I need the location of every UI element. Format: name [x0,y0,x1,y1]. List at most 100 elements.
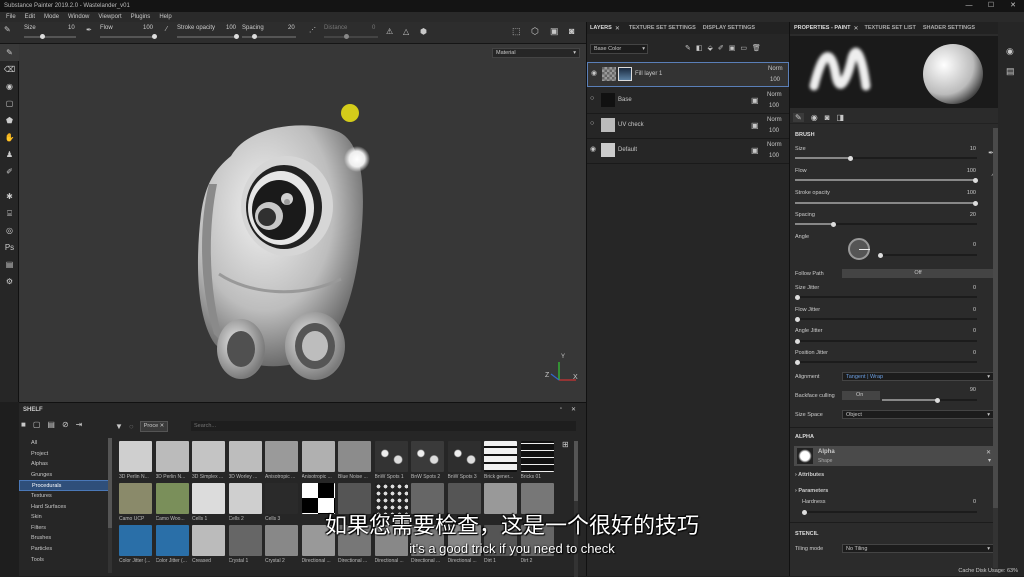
alignment-select[interactable]: Tangent | Wrap ▾ [842,372,994,381]
category-procedurals[interactable]: Procedurals [19,480,109,491]
remove-alpha-icon[interactable]: ✕ [986,449,991,456]
tb-spacing-value[interactable]: 20 [288,25,295,31]
screenshot-icon[interactable]: ◙ [569,26,574,36]
export-icon[interactable]: ⌸ [0,205,19,222]
shelf-resource-thumb[interactable]: Anisotropic ... [301,441,335,483]
properties-dock-icon[interactable]: ◉ [1006,46,1014,57]
add-fill-layer-icon[interactable]: ⬙ [708,44,713,52]
category-grunges[interactable]: Grunges [19,470,109,481]
layer-opacity[interactable]: 100 [769,153,779,159]
polygon-fill-icon[interactable]: ⬟ [0,112,19,129]
symmetry-icon[interactable]: ⚠ [386,27,393,36]
shelf-resource-thumb[interactable]: 3D Worley ... [228,441,262,483]
tab-shader-settings[interactable]: SHADER SETTINGS [923,25,975,31]
tab-texture-set-list[interactable]: TEXTURE SET LIST [864,25,915,31]
shelf-search-input[interactable] [191,421,576,431]
alpha-dropdown-icon[interactable]: ▾ [988,457,991,464]
angle-jitter-value[interactable]: 0 [973,328,976,334]
new-folder-icon[interactable]: ▢ [33,420,41,429]
tb-flow-slider[interactable] [100,36,154,38]
backface-culling-value[interactable]: 90 [970,387,976,393]
angle-value[interactable]: 0 [973,242,976,248]
camera-3d-icon[interactable]: ⬡ [531,26,539,37]
layer-opacity[interactable]: 100 [769,103,779,109]
tb-distance-slider[interactable] [324,36,378,38]
add-mask-icon[interactable]: ◧ [696,44,703,52]
close-tab-icon[interactable]: ✕ [853,25,858,32]
follow-path-toggle[interactable]: Off [842,269,994,278]
add-folder-icon[interactable]: ▭ [740,44,747,52]
library-icon[interactable]: ▤ [47,420,55,429]
maximize-button[interactable]: ☐ [980,0,1002,12]
mirror-icon[interactable]: △ [403,27,409,36]
tb-size-value[interactable]: 10 [68,25,75,31]
backface-culling-toggle[interactable]: On [842,391,880,400]
layer-blend[interactable]: Norm [767,92,782,98]
pen-pressure-icon[interactable]: ✒ [86,26,92,34]
tab-properties-paint[interactable]: PROPERTIES - PAINT [794,25,850,31]
parameters-toggle[interactable]: › Parameters [795,488,828,494]
shelf-resource-thumb[interactable]: Brick gener... [484,441,517,483]
brush-tool-icon[interactable]: ✎ [793,113,804,122]
layer-blend[interactable]: Norm [767,142,782,148]
shelf-resource-thumb[interactable]: BnW Spots 3 [447,441,481,483]
shelf-resource-thumb[interactable]: Blue Noise ... [338,441,371,483]
angle-slider[interactable] [878,252,977,258]
lazy-mouse-icon[interactable]: ⋰ [309,26,316,34]
size-space-select[interactable]: Object ▾ [842,410,994,419]
layer-blend[interactable]: Norm [767,117,782,123]
projection-tool-icon[interactable]: ◉ [0,78,19,95]
shelf-resource-thumb[interactable]: Bricks 01 [520,441,554,483]
tab-layers[interactable]: LAYERS [590,25,612,31]
layer-opacity[interactable]: 100 [770,77,780,83]
stencil-icon[interactable]: ◨ [837,113,845,122]
shelf-resource-thumb[interactable]: Anisotropic ... [265,441,298,483]
viewport-split-icon[interactable]: ▣ [550,26,559,37]
menu-plugins[interactable]: Plugins [131,12,151,22]
spacing-value[interactable]: 20 [970,212,976,218]
smudge-tool-icon[interactable]: ✋ [0,129,19,146]
layer-fill-layer-1[interactable]: ◉ Fill layer 1 Norm 100 [587,62,789,87]
document-icon[interactable]: ▤ [0,256,19,273]
visibility-eye-icon[interactable]: ◉ [591,69,597,77]
angle-dial[interactable] [848,238,870,260]
filter-circle-icon[interactable]: ○ [129,422,134,431]
tb-stroke-slider[interactable] [177,36,237,38]
menu-viewport[interactable]: Viewport [98,12,121,22]
position-jitter-slider[interactable] [795,359,977,365]
menu-mode[interactable]: Mode [44,12,59,22]
close-button[interactable]: ✕ [1002,0,1024,12]
visibility-eye-icon[interactable]: ◉ [590,145,596,153]
folder-icon[interactable]: ■ [21,420,26,429]
angle-jitter-slider[interactable] [795,338,977,344]
bake-icon[interactable]: ✱ [0,188,19,205]
clone-tool-icon[interactable]: ♟ [0,146,19,163]
menu-help[interactable]: Help [159,12,171,22]
filter-icon[interactable]: ▼ [115,422,123,431]
close-tab-icon[interactable]: ✕ [615,25,620,32]
spacing-slider[interactable] [795,221,977,227]
backface-culling-slider[interactable] [882,397,977,403]
settings-icon[interactable]: ⚙ [0,273,19,290]
flow-value[interactable]: 100 [967,168,976,174]
tab-texture-set-settings[interactable]: TEXTURE SET SETTINGS [629,25,696,31]
camera-2d-icon[interactable]: ⬚ [512,26,521,37]
iray-icon[interactable]: ◎ [0,222,19,239]
visibility-eye-icon[interactable]: ○ [590,95,594,102]
3d-viewport[interactable]: Material ▾ Z X Y [19,44,586,402]
hide-icon[interactable]: ⊘ [62,420,69,429]
geometry-decal-icon[interactable]: ▢ [0,95,19,112]
category-tools[interactable]: Tools [19,555,109,566]
position-jitter-value[interactable]: 0 [973,350,976,356]
add-effect-icon[interactable]: ✎ [685,44,691,52]
size-jitter-value[interactable]: 0 [973,285,976,291]
shelf-resource-thumb[interactable]: 3D Simplex ... [192,441,225,483]
shelf-resource-thumb[interactable]: 3D Perlin N... [119,441,152,483]
tb-flow-value[interactable]: 100 [143,25,153,31]
delete-layer-icon[interactable]: 🗑 [752,44,761,52]
category-project[interactable]: Project [19,449,109,460]
tb-spacing-slider[interactable] [242,36,296,38]
menu-file[interactable]: File [6,12,16,22]
remove-filter-icon[interactable]: ✕ [160,423,165,429]
flow-jitter-value[interactable]: 0 [973,307,976,313]
